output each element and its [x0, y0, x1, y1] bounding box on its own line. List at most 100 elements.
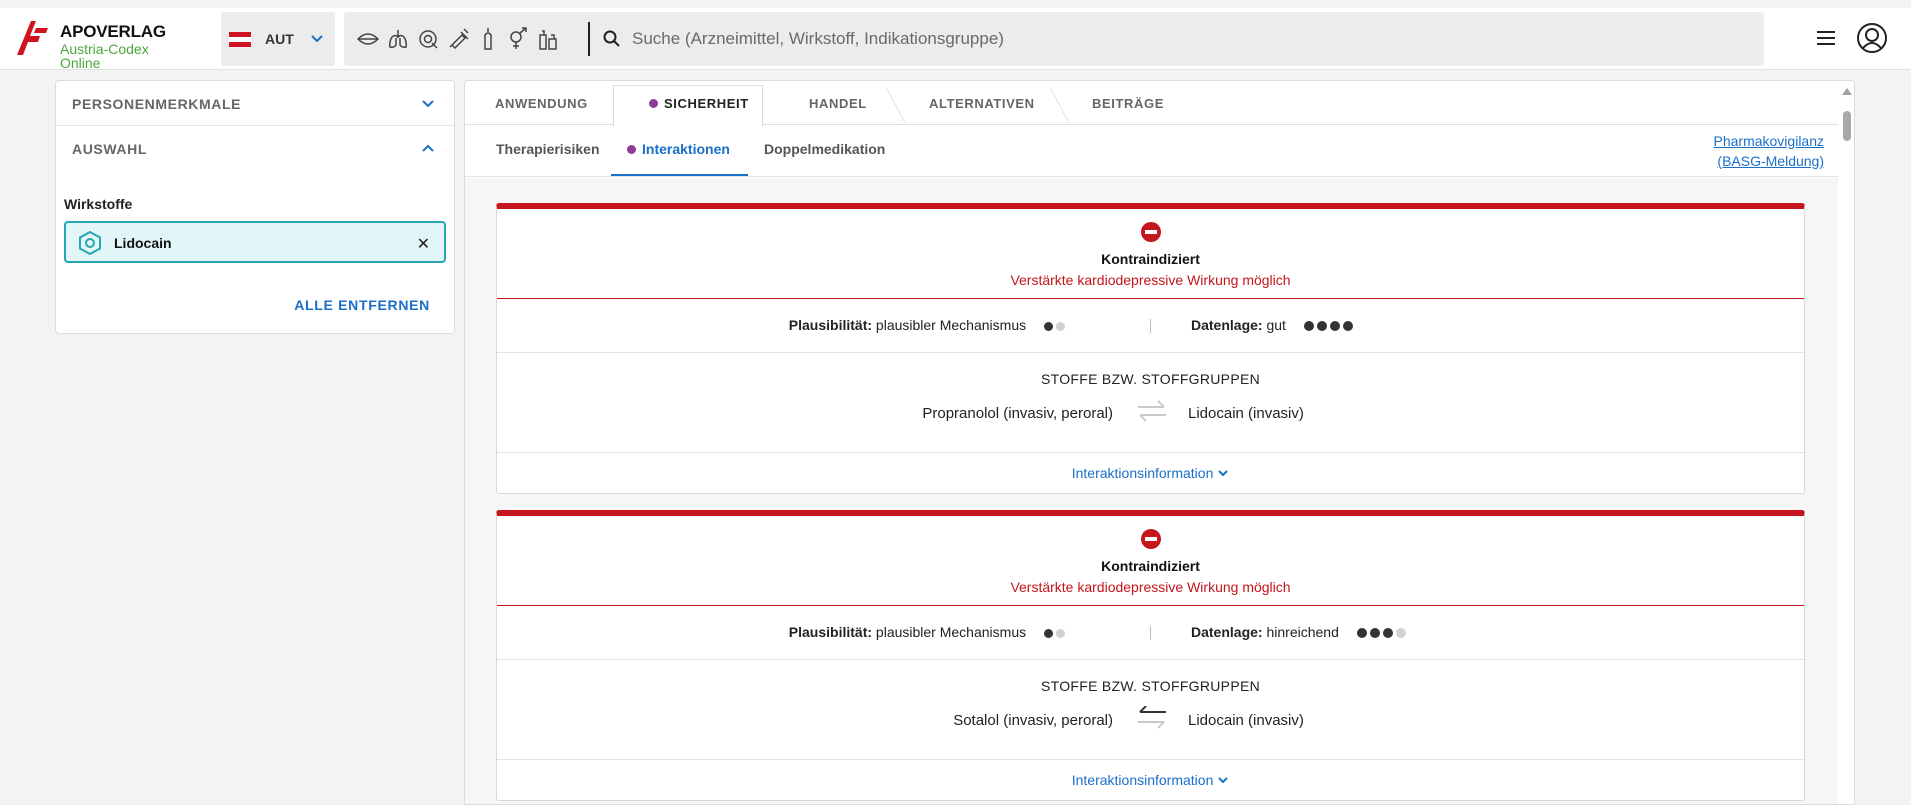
tab-sicherheit-label: SICHERHEIT — [664, 96, 749, 111]
plausibility: Plausibilität: plausibler Mechanismus — [789, 624, 1068, 641]
tab-anwendung[interactable]: ANWENDUNG — [495, 96, 588, 111]
data-quality-label: Datenlage: — [1191, 624, 1263, 640]
gender-icon[interactable] — [506, 26, 530, 52]
main-tabs: ANWENDUNG SICHERHEIT HANDEL ALTERNATIVEN… — [465, 81, 1854, 126]
interaction-header: Kontraindiziert Verstärkte kardiodepress… — [497, 209, 1804, 299]
contraindicated-icon — [1141, 529, 1161, 549]
plausibility-label: Plausibilität: — [788, 624, 873, 640]
active-subtab-underline — [611, 174, 748, 176]
interaction-meta: Plausibilität: plausibler Mechanismus Da… — [497, 299, 1804, 353]
sub-tabs: Therapierisiken Interaktionen Doppelmedi… — [465, 125, 1854, 177]
tab-alternativen[interactable]: ALTERNATIVEN — [929, 96, 1035, 111]
meta-divider — [1150, 319, 1151, 333]
search-input[interactable] — [632, 24, 1732, 54]
data-quality-rating — [1303, 318, 1356, 334]
accordion-label: AUSWAHL — [72, 141, 147, 157]
data-quality-label: Datenlage: — [1191, 317, 1263, 333]
vertical-scrollbar[interactable] — [1838, 81, 1854, 804]
category-icons — [356, 26, 560, 52]
severity-label: Kontraindiziert — [1101, 558, 1200, 574]
interaction-card: Kontraindiziert Verstärkte kardiodepress… — [496, 510, 1805, 801]
meta-divider — [1150, 626, 1151, 640]
subtab-therapierisiken[interactable]: Therapierisiken — [496, 141, 600, 157]
wirkstoffe-label: Wirkstoffe — [64, 196, 133, 212]
search-icon — [603, 30, 620, 47]
brand-subtitle-2: Online — [60, 55, 101, 71]
interaction-info-toggle[interactable]: Interaktionsinformation — [497, 453, 1804, 493]
plausibility-value: plausibler Mechanismus — [875, 624, 1027, 640]
scroll-up-icon[interactable] — [1842, 87, 1852, 95]
subtab-interaktionen[interactable]: Interaktionen — [627, 141, 730, 157]
substance-b: Lidocain (invasiv) — [1188, 405, 1304, 422]
interaction-info-link[interactable]: Interaktionsinformation — [497, 772, 1804, 788]
plausibility-label: Plausibilität: — [788, 317, 873, 333]
data-quality-rating — [1356, 625, 1409, 641]
substance-chip-label: Lidocain — [114, 235, 172, 251]
substances-title: STOFFE BZW. STOFFGRUPPEN — [1040, 371, 1261, 387]
apoverlag-logo[interactable]: APOVERLAG Austria-Codex Online — [14, 14, 214, 71]
chevron-down-icon — [311, 35, 323, 43]
plausibility-value: plausibler Mechanismus — [875, 317, 1027, 333]
status-dot-icon — [649, 99, 658, 108]
bidirectional-arrow-icon — [1138, 400, 1166, 422]
accordion-label: PERSONENMERKMALE — [72, 96, 242, 112]
subtab-doppelmedikation[interactable]: Doppelmedikation — [764, 141, 885, 157]
pharmakovigilanz-line2: (BASG-Meldung) — [1717, 153, 1824, 169]
plausibility: Plausibilität: plausibler Mechanismus — [789, 317, 1068, 334]
data-quality-value: gut — [1266, 317, 1286, 333]
substance-chip[interactable]: Lidocain ✕ — [64, 221, 446, 263]
interaction-card: Kontraindiziert Verstärkte kardiodepress… — [496, 203, 1805, 494]
mouth-icon[interactable] — [356, 26, 380, 52]
eye-icon[interactable] — [416, 26, 440, 52]
main-panel: ANWENDUNG SICHERHEIT HANDEL ALTERNATIVEN… — [464, 80, 1855, 805]
pharmakovigilanz-link[interactable]: Pharmakovigilanz (BASG-Meldung) — [1714, 131, 1825, 171]
subtab-interaktionen-label: Interaktionen — [642, 141, 730, 157]
bottles-icon[interactable] — [536, 26, 560, 52]
effect-text: Verstärkte kardiodepressive Wirkung mögl… — [1010, 272, 1291, 288]
substance-a: Propranolol (invasiv, peroral) — [922, 405, 1113, 422]
data-quality-value: hinreichend — [1266, 624, 1339, 640]
tab-separator — [1049, 87, 1070, 123]
tab-sicherheit[interactable]: SICHERHEIT — [649, 96, 749, 111]
substance-a: Sotalol (invasiv, peroral) — [953, 712, 1113, 729]
severity-label: Kontraindiziert — [1101, 251, 1200, 267]
remove-chip-icon[interactable]: ✕ — [417, 234, 430, 254]
chevron-down-icon — [1218, 777, 1228, 784]
ampoule-icon[interactable] — [476, 26, 500, 52]
country-selector[interactable]: AUT — [221, 12, 335, 66]
interaction-info-toggle[interactable]: Interaktionsinformation — [497, 760, 1804, 800]
interaction-info-label: Interaktionsinformation — [1071, 465, 1214, 481]
interaction-header: Kontraindiziert Verstärkte kardiodepress… — [497, 516, 1804, 606]
substance-hexagon-icon — [79, 231, 101, 255]
chevron-down-icon — [1218, 470, 1228, 477]
data-quality: Datenlage: gut — [1191, 317, 1356, 334]
data-quality: Datenlage: hinreichend — [1191, 624, 1409, 641]
unidirectional-arrow-icon — [1138, 706, 1166, 729]
menu-icon[interactable] — [1816, 30, 1836, 46]
interaction-info-link[interactable]: Interaktionsinformation — [497, 465, 1804, 481]
tab-handel[interactable]: HANDEL — [809, 96, 867, 111]
selection-panel: PERSONENMERKMALE AUSWAHL Wirkstoffe Lido… — [55, 80, 455, 334]
interaction-list: Kontraindiziert Verstärkte kardiodepress… — [465, 178, 1838, 804]
interaction-meta: Plausibilität: plausibler Mechanismus Da… — [497, 606, 1804, 660]
effect-text: Verstärkte kardiodepressive Wirkung mögl… — [1010, 579, 1291, 595]
syringe-icon[interactable] — [446, 26, 470, 52]
substances-section: STOFFE BZW. STOFFGRUPPEN Propranolol (in… — [497, 353, 1804, 453]
search-divider — [588, 22, 590, 56]
accordion-personenmerkmale[interactable]: PERSONENMERKMALE — [56, 81, 454, 126]
chevron-up-icon — [422, 144, 434, 152]
substances-section: STOFFE BZW. STOFFGRUPPEN Sotalol (invasi… — [497, 660, 1804, 760]
plausibility-rating — [1044, 318, 1068, 334]
scrollbar-thumb[interactable] — [1843, 111, 1851, 141]
remove-all-button[interactable]: ALLE ENTFERNEN — [294, 297, 430, 313]
status-dot-icon — [627, 145, 636, 154]
apo-logo-icon — [17, 21, 48, 55]
user-avatar-icon[interactable] — [1856, 22, 1888, 54]
contraindicated-icon — [1141, 222, 1161, 242]
tab-beitraege[interactable]: BEITRÄGE — [1092, 96, 1164, 111]
interaction-info-label: Interaktionsinformation — [1071, 772, 1214, 788]
search-bar — [344, 12, 1764, 66]
app-header: APOVERLAG Austria-Codex Online AUT — [0, 8, 1911, 71]
lungs-icon[interactable] — [386, 26, 410, 52]
accordion-auswahl[interactable]: AUSWAHL — [56, 126, 454, 171]
